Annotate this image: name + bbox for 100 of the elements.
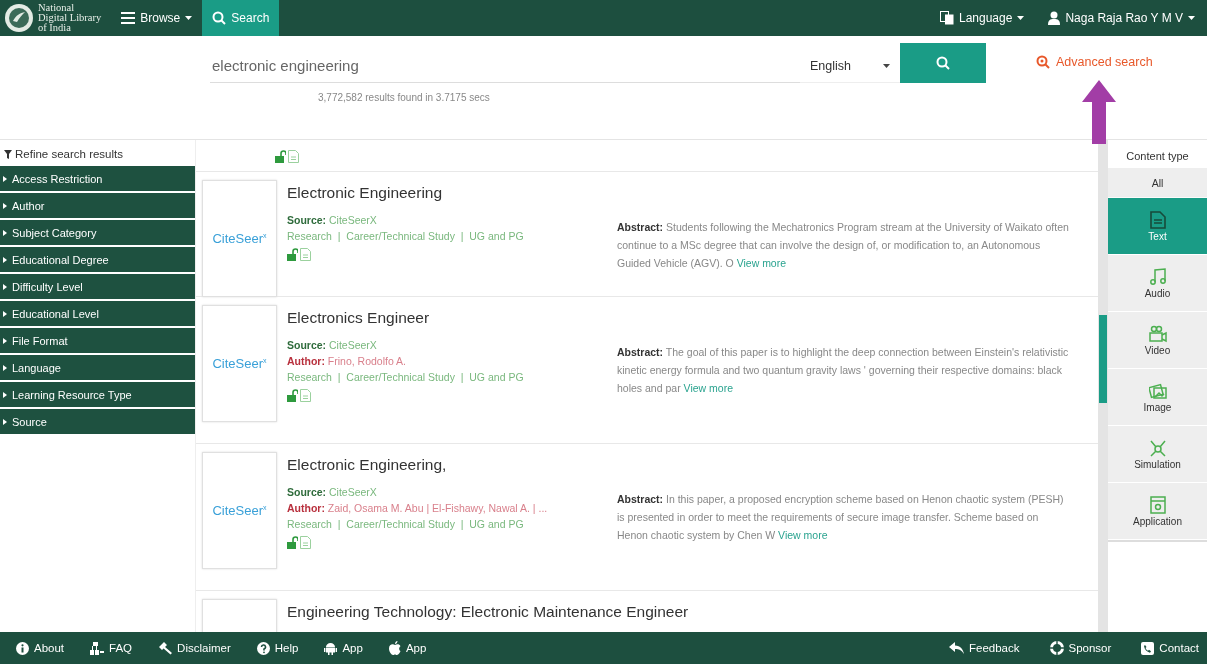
bullet-icon	[3, 391, 7, 398]
result-title[interactable]: Engineering Technology: Electronic Maintenance Engineer	[287, 603, 689, 631]
document-icon	[300, 389, 311, 402]
footer-link[interactable]: About	[16, 641, 65, 655]
scrollbar-thumb[interactable]	[1099, 315, 1107, 403]
source-text: Source: CiteSeerX	[287, 486, 378, 498]
app-window-icon	[1149, 495, 1166, 514]
robot-icon	[324, 641, 338, 655]
reply-arrow-icon	[949, 642, 964, 654]
author-text: Author: Frino, Rodolfo A.	[287, 355, 408, 367]
bullet-icon	[3, 364, 7, 371]
music-note-icon	[1149, 267, 1166, 286]
lifebuoy-icon	[1049, 641, 1064, 655]
bullet-icon	[3, 310, 7, 317]
search-icon	[212, 11, 227, 25]
category-tags: Research | Career/Technical Study | UG and PG	[287, 230, 617, 242]
footer-link[interactable]: App	[388, 641, 427, 655]
bullet-icon	[3, 175, 7, 182]
footer-link[interactable]: Sponsor	[1049, 641, 1112, 655]
content-type-tab[interactable]: Simulation	[1108, 426, 1207, 483]
images-icon	[1148, 381, 1167, 400]
bullet-icon	[3, 283, 7, 290]
advanced-search-link[interactable]: Advanced search	[1036, 55, 1153, 69]
search-icon	[1036, 55, 1050, 69]
document-icon	[300, 248, 311, 261]
footer-link[interactable]: Feedback	[949, 641, 1020, 655]
filter-item[interactable]: Subject Category	[0, 220, 195, 245]
bullet-icon	[3, 229, 7, 236]
video-camera-icon	[1148, 324, 1167, 343]
result-title[interactable]: Electronics Engineer	[287, 309, 617, 327]
content-type-tab[interactable]: All	[1108, 168, 1207, 198]
content-type-tab[interactable]: Application	[1108, 483, 1207, 540]
open-lock-icon	[287, 248, 298, 261]
refine-title: Refine search results	[15, 148, 124, 160]
abstract-text: Abstract: The goal of this paper is to highlight the deep connection between Einstein's relativistic kinetic energy formula and two quantum gravity laws ' governing their respective domains: black holes and par View more	[617, 345, 1070, 396]
logo-icon	[4, 3, 34, 33]
translate-icon	[940, 11, 954, 25]
info-icon	[16, 641, 29, 655]
open-lock-icon	[275, 150, 286, 163]
apple-icon	[388, 641, 401, 655]
abstract-text: Abstract: Students following the Mechatronics Program stream at the University of Waikato often continue to a MSc degree that can involve the design of, or modification to, an Autonomous Guided Vehicle (AGV). O View more	[617, 220, 1070, 271]
filter-item[interactable]: File Format	[0, 328, 195, 353]
filter-item[interactable]: Learning Resource Type	[0, 382, 195, 407]
user-icon	[1048, 11, 1061, 25]
network-icon	[1148, 438, 1167, 457]
filter-item[interactable]: Educational Level	[0, 301, 195, 326]
caret-icon	[185, 16, 193, 20]
bullet-icon	[3, 256, 7, 263]
menu-icon	[121, 12, 136, 24]
content-type-tab[interactable]: Video	[1108, 312, 1207, 369]
logo-text: National Digital Library of India	[38, 3, 102, 33]
result-title[interactable]: Electronic Engineering	[287, 184, 617, 202]
caret-icon	[1188, 16, 1195, 20]
scrollbar[interactable]	[1098, 140, 1108, 632]
source-logo: CiteSeer$^{x}$	[202, 180, 277, 297]
open-lock-icon	[287, 536, 298, 549]
search-icon	[936, 56, 950, 70]
footer-link[interactable]: FAQ	[90, 641, 133, 655]
filter-item[interactable]: Access Restriction	[0, 166, 195, 191]
footer-link[interactable]: Contact	[1141, 641, 1199, 655]
filter-item[interactable]: Language	[0, 355, 195, 380]
category-tags: Research | Career/Technical Study | UG and PG	[287, 371, 617, 383]
source-text: Source: CiteSeerX	[287, 214, 378, 226]
content-type-tab[interactable]: Image	[1108, 369, 1207, 426]
filter-item[interactable]: Author	[0, 193, 195, 218]
footer-link[interactable]: Disclaimer	[158, 641, 231, 655]
content-type-title: Content type	[1125, 149, 1190, 164]
caret-icon	[1017, 16, 1025, 20]
document-icon	[1149, 210, 1166, 229]
result-title[interactable]: Electronic Engineering,	[287, 456, 617, 474]
category-tags: Research | Career/Technical Study | UG and PG	[287, 518, 617, 530]
footer-link[interactable]: App	[324, 641, 363, 655]
author-text: Author: Zaid, Osama M. Abu | El-Fishawy, Nawal A. | ...	[287, 502, 549, 514]
user-menu[interactable]: Naga Raja Rao Y M V	[1036, 0, 1207, 36]
bullet-icon	[3, 418, 7, 425]
open-lock-icon	[287, 389, 298, 402]
caret-icon	[883, 63, 890, 68]
source-text: Source: CiteSeerX	[287, 339, 378, 351]
filter-item[interactable]: Educational Degree	[0, 247, 195, 272]
sitemap-icon	[90, 641, 105, 655]
document-icon	[288, 150, 299, 163]
footer-link[interactable]: Help	[256, 641, 299, 655]
phone-icon	[1141, 641, 1155, 655]
source-logo: CiteSeer$^{x}$	[202, 305, 277, 422]
content-type-tab[interactable]: Audio	[1108, 255, 1207, 312]
filter-icon	[4, 149, 12, 159]
browse-menu[interactable]: Browse	[111, 0, 203, 36]
abstract-text: Abstract: In this paper, a proposed encryption scheme based on Henon chaotic system (PESH) is presented in order to meet the requirements of secure image transfer. Scheme based on Henon chaotic system by Chen W View more	[617, 492, 1065, 543]
source-logo: CiteSeer$^{x}$	[202, 452, 277, 569]
results-count: 3,772,582 results found in 3.7175 secs	[317, 92, 491, 103]
search-button[interactable]	[900, 43, 986, 83]
document-icon	[300, 536, 311, 549]
bullet-icon	[3, 337, 7, 344]
annotation-arrow-icon	[1082, 80, 1116, 144]
filter-item[interactable]: Source	[0, 409, 195, 434]
bullet-icon	[3, 202, 7, 209]
help-icon	[256, 641, 270, 655]
language-menu[interactable]: Language	[928, 0, 1037, 36]
gavel-icon	[158, 641, 173, 655]
filter-item[interactable]: Difficulty Level	[0, 274, 195, 299]
